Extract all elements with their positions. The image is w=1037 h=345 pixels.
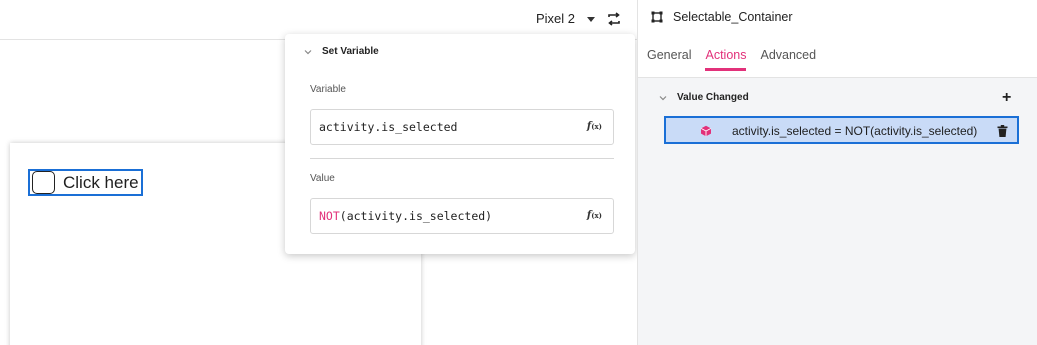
value-keyword: NOT bbox=[319, 209, 340, 223]
caret-down-icon bbox=[587, 16, 596, 22]
add-action-button[interactable]: + bbox=[1002, 90, 1011, 106]
checkbox[interactable] bbox=[32, 171, 55, 194]
value-argument: (activity.is_selected) bbox=[339, 209, 493, 223]
popover-title: Set Variable bbox=[322, 46, 379, 57]
selected-checkbox-widget[interactable]: Click here bbox=[28, 169, 143, 196]
function-icon[interactable]: f(x) bbox=[587, 121, 602, 132]
component-header: Selectable_Container bbox=[651, 10, 793, 24]
value-field[interactable]: NOT(activity.is_selected) f(x) bbox=[310, 198, 614, 234]
actions-body: Value Changed + activity.is_selected = N… bbox=[638, 78, 1037, 345]
action-item[interactable]: activity.is_selected = NOT(activity.is_s… bbox=[664, 116, 1019, 144]
value-label: Value bbox=[310, 173, 335, 184]
tab-actions[interactable]: Actions bbox=[705, 48, 747, 71]
popover-divider bbox=[310, 158, 614, 159]
chevron-down-icon[interactable] bbox=[659, 94, 667, 102]
trash-icon[interactable] bbox=[997, 125, 1008, 137]
container-icon bbox=[651, 11, 663, 23]
chevron-down-icon[interactable] bbox=[304, 48, 312, 56]
properties-panel: Selectable_Container General Actions Adv… bbox=[637, 0, 1037, 345]
event-header[interactable]: Value Changed bbox=[659, 92, 749, 103]
tab-general[interactable]: General bbox=[647, 48, 691, 71]
set-variable-popover: Set Variable Variable activity.is_select… bbox=[285, 34, 635, 254]
panel-tabs: General Actions Advanced bbox=[647, 48, 816, 71]
fx-sub: (x) bbox=[591, 122, 602, 131]
tab-advanced[interactable]: Advanced bbox=[760, 48, 816, 71]
variable-label: Variable bbox=[310, 84, 346, 95]
value-expression: NOT(activity.is_selected) bbox=[319, 209, 492, 223]
checkbox-label: Click here bbox=[63, 172, 139, 192]
rotate-icon[interactable] bbox=[605, 10, 623, 28]
variable-field[interactable]: activity.is_selected f(x) bbox=[310, 109, 614, 145]
variable-value: activity.is_selected bbox=[319, 120, 458, 134]
app-root: Pixel 2 Click here Set Variable Variable bbox=[0, 0, 1037, 345]
variable-cube-icon bbox=[700, 125, 712, 137]
event-title: Value Changed bbox=[677, 92, 749, 103]
action-text: activity.is_selected = NOT(activity.is_s… bbox=[732, 124, 978, 138]
device-label: Pixel 2 bbox=[536, 11, 576, 26]
function-icon[interactable]: f(x) bbox=[587, 210, 602, 221]
fx-sub: (x) bbox=[591, 211, 602, 220]
device-selector[interactable]: Pixel 2 bbox=[536, 11, 596, 26]
component-name: Selectable_Container bbox=[673, 10, 793, 24]
popover-header[interactable]: Set Variable bbox=[304, 46, 379, 57]
